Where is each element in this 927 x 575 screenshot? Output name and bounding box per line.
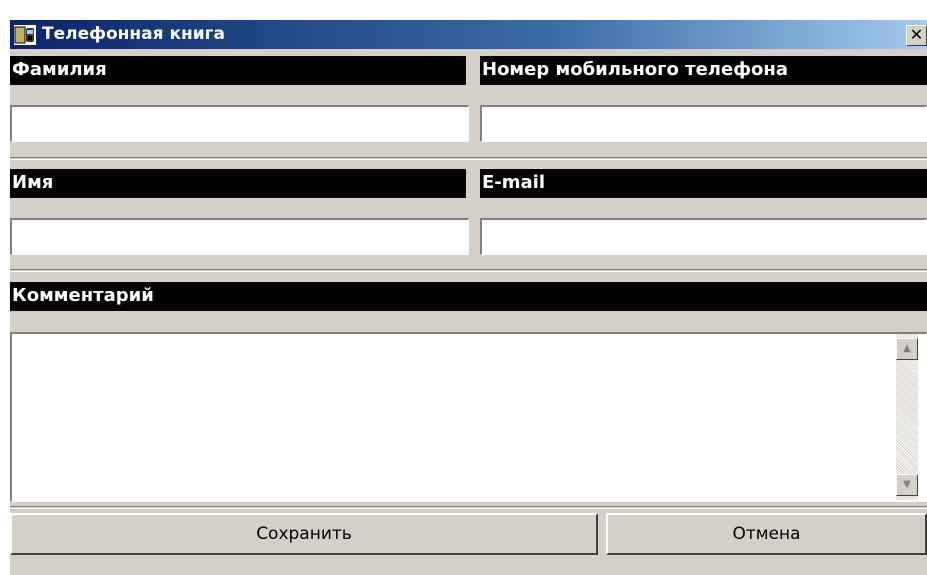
comment-scrollbar[interactable]: ▲ ▼ <box>896 334 918 500</box>
separator <box>10 157 927 160</box>
separator <box>10 269 927 272</box>
comment-textarea[interactable] <box>12 334 892 501</box>
comment-field[interactable]: ▲ ▼ <box>10 332 927 502</box>
name-label: Имя <box>10 169 466 198</box>
scroll-down-button[interactable]: ▼ <box>896 474 918 496</box>
title-bar[interactable]: Телефонная книга ✕ <box>10 20 927 49</box>
surname-input[interactable] <box>12 107 468 141</box>
name-field[interactable] <box>10 218 469 255</box>
comment-label: Комментарий <box>10 282 927 311</box>
close-icon: ✕ <box>909 25 924 44</box>
mobile-phone-field[interactable] <box>480 105 927 142</box>
mobile-phone-label: Номер мобильного телефона <box>480 56 927 85</box>
arrow-up-icon: ▲ <box>903 343 911 354</box>
surname-field[interactable] <box>10 105 469 142</box>
cancel-button[interactable]: Отмена <box>606 513 927 555</box>
email-label: E-mail <box>480 169 927 198</box>
arrow-down-icon: ▼ <box>903 479 911 490</box>
surname-label: Фамилия <box>10 56 466 85</box>
email-field[interactable] <box>480 218 927 255</box>
separator <box>10 506 927 509</box>
mobile-phone-input[interactable] <box>482 107 926 141</box>
window-title: Телефонная книга <box>42 24 225 44</box>
phone-book-dialog: Телефонная книга ✕ Фамилия Номер мобильн… <box>10 20 927 575</box>
scroll-up-button[interactable]: ▲ <box>896 338 918 360</box>
phone-book-icon <box>14 25 36 45</box>
save-button[interactable]: Сохранить <box>10 513 598 555</box>
name-input[interactable] <box>12 220 468 254</box>
close-button[interactable]: ✕ <box>906 25 927 46</box>
email-input[interactable] <box>482 220 926 254</box>
